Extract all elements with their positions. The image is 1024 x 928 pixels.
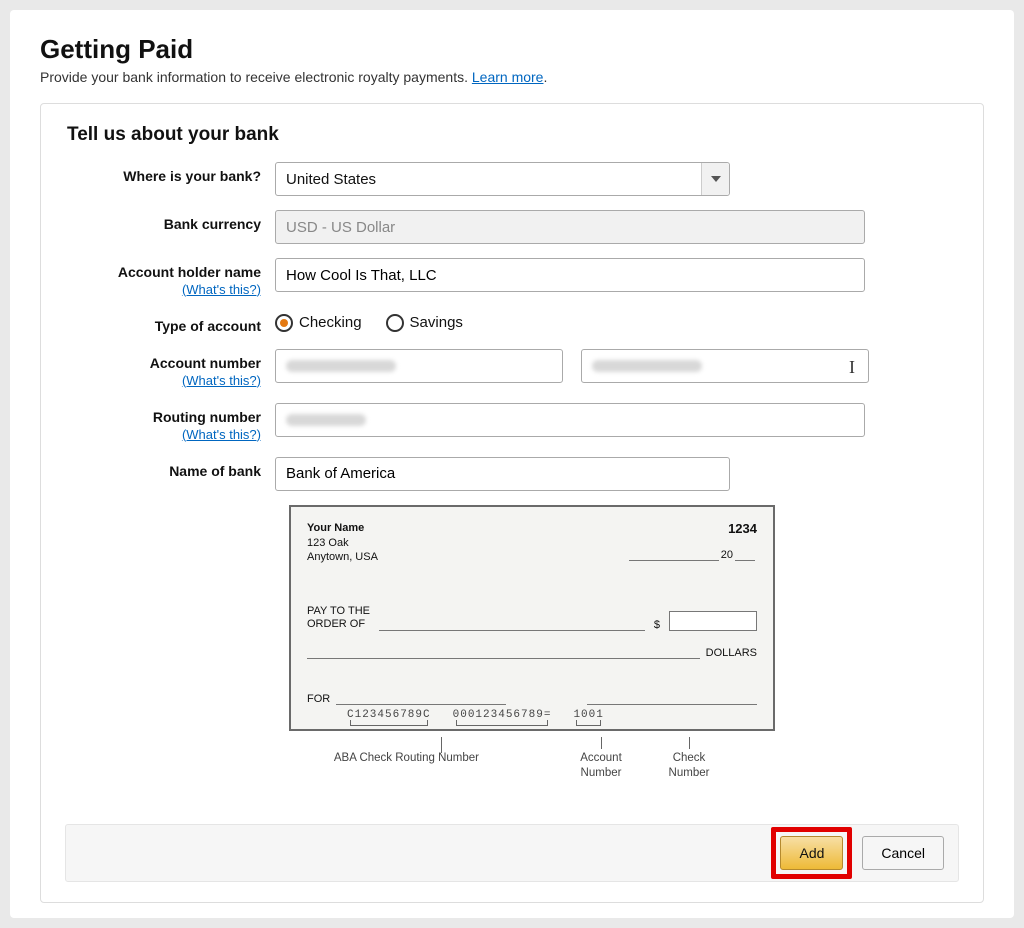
check-amount-box: [669, 611, 757, 631]
bank-currency-field: USD - US Dollar: [275, 210, 865, 244]
routing-number-input[interactable]: [275, 403, 865, 437]
radio-checking-label: Checking: [299, 314, 362, 331]
radio-savings-label: Savings: [410, 314, 463, 331]
check-name-line3: Anytown, USA: [307, 550, 378, 565]
legend-routing: ABA Check Routing Number: [289, 751, 479, 766]
bank-name-input[interactable]: [275, 457, 730, 491]
label-bank-location: Where is your bank?: [65, 162, 275, 186]
micr-check: 1001: [573, 709, 603, 723]
redacted-value: [286, 414, 366, 426]
check-for-label: FOR: [307, 693, 330, 705]
whats-this-account-link[interactable]: (What's this?): [65, 373, 261, 389]
bank-form-box: Tell us about your bank Where is your ba…: [40, 103, 984, 903]
whats-this-routing-link[interactable]: (What's this?): [65, 427, 261, 443]
period: .: [543, 69, 547, 85]
cancel-button[interactable]: Cancel: [862, 836, 944, 870]
legend-check: Check Number: [669, 752, 710, 779]
whats-this-holder-link[interactable]: (What's this?): [65, 282, 261, 298]
radio-checking[interactable]: [275, 314, 293, 332]
subtitle-text: Provide your bank information to receive…: [40, 69, 472, 85]
sample-check: Your Name 123 Oak Anytown, USA 1234 20: [289, 505, 779, 783]
bank-location-select[interactable]: United States: [275, 162, 730, 196]
chevron-down-icon: [701, 163, 729, 195]
bank-location-value: United States: [286, 171, 376, 188]
micr-routing: C123456789C: [347, 709, 431, 723]
dollar-sign-icon: $: [654, 619, 660, 631]
add-button-highlight: Add: [771, 827, 852, 879]
account-holder-input[interactable]: [275, 258, 865, 292]
check-name-line2: 123 Oak: [307, 536, 378, 551]
form-title: Tell us about your bank: [67, 124, 959, 146]
redacted-value: [592, 360, 702, 372]
micr-account: 000123456789=: [453, 709, 552, 723]
page-title: Getting Paid: [40, 34, 984, 65]
account-number-input[interactable]: [275, 349, 563, 383]
check-dollars-label: DOLLARS: [706, 647, 757, 659]
label-account-number: Account number: [150, 355, 261, 371]
check-year-prefix: 20: [721, 549, 733, 561]
page-subtitle: Provide your bank information to receive…: [40, 69, 984, 85]
footer-actions: Add Cancel: [65, 824, 959, 882]
add-button[interactable]: Add: [780, 836, 843, 870]
learn-more-link[interactable]: Learn more: [472, 69, 544, 85]
check-payto-label1: PAY TO THE: [307, 605, 373, 618]
label-routing-number: Routing number: [153, 409, 261, 425]
label-bank-name: Name of bank: [65, 457, 275, 481]
check-name-line1: Your Name: [307, 521, 378, 536]
radio-savings[interactable]: [386, 314, 404, 332]
bank-currency-value: USD - US Dollar: [286, 219, 395, 236]
label-bank-currency: Bank currency: [65, 210, 275, 234]
account-number-confirm-input[interactable]: [581, 349, 869, 383]
check-payto-label2: ORDER OF: [307, 618, 373, 631]
redacted-value: [286, 360, 396, 372]
label-account-holder: Account holder name: [118, 264, 261, 280]
legend-account: Account Number: [580, 752, 622, 779]
label-account-type: Type of account: [65, 312, 275, 336]
